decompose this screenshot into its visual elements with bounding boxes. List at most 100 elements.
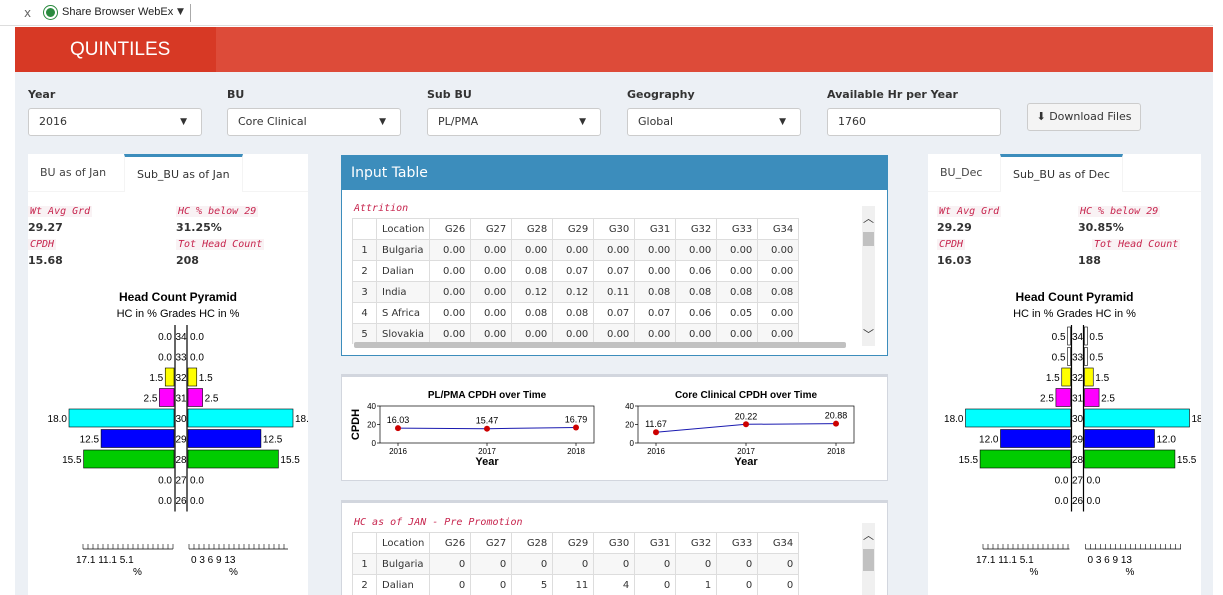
tab-sub-bu-jan[interactable]: Sub_BU as of Jan bbox=[124, 154, 243, 192]
column-header[interactable] bbox=[352, 218, 377, 240]
column-header[interactable]: G29 bbox=[552, 532, 595, 554]
year-label: Year bbox=[28, 88, 56, 101]
tab-sub-bu-dec[interactable]: Sub_BU as of Dec bbox=[1000, 154, 1123, 192]
share-browser-button[interactable]: Share Browser bbox=[62, 6, 135, 18]
pyramid-bar-right bbox=[1084, 408, 1190, 428]
table-row[interactable]: 5 Slovakia 0.00 0.00 0.00 0.00 0.00 0.00 0.00 0.0… bbox=[352, 323, 800, 344]
pyramid-grade-label: 31 bbox=[1072, 394, 1084, 405]
scroll-thumb[interactable] bbox=[863, 232, 874, 246]
close-icon[interactable]: x bbox=[24, 6, 31, 20]
pyramid-title: Head Count Pyramid bbox=[119, 290, 237, 304]
table-cell: 0.05 bbox=[716, 302, 759, 324]
table-cell: 0.07 bbox=[552, 260, 595, 282]
column-header[interactable]: G27 bbox=[470, 532, 513, 554]
column-header[interactable]: G34 bbox=[757, 218, 800, 240]
vertical-scrollbar[interactable]: ︿ ﹀ bbox=[862, 206, 875, 346]
attrition-table-wrap[interactable]: Location G26 G27 G28 G29 G30 G31 G32 G33 G34 1 Bulg… bbox=[352, 218, 840, 344]
column-header[interactable]: G30 bbox=[593, 218, 636, 240]
y-axis-label: CPDH bbox=[350, 409, 362, 440]
table-cell: 5 bbox=[511, 574, 554, 595]
table-row[interactable]: 2 Dalian 0 0 5 11 4 0 1 0 0 bbox=[352, 574, 800, 595]
data-label: 20.88 bbox=[825, 411, 848, 421]
column-header[interactable]: G29 bbox=[552, 218, 595, 240]
sub-bu-select[interactable]: PL/PMA ▼ bbox=[427, 108, 601, 136]
dashboard: QUINTILES Year 2016 ▼ BU Core Clinical ▼ S… bbox=[15, 27, 1213, 595]
scroll-thumb[interactable] bbox=[863, 549, 874, 571]
share-browser-icon[interactable] bbox=[44, 6, 57, 19]
column-header[interactable]: G31 bbox=[634, 532, 677, 554]
chevron-down-icon[interactable]: ▼ bbox=[177, 7, 184, 17]
pyramid-grade-label: 26 bbox=[1072, 496, 1084, 507]
table-cell: 0.00 bbox=[429, 239, 472, 261]
x-tick-label: 2017 bbox=[737, 447, 755, 456]
column-header[interactable]: G26 bbox=[429, 532, 472, 554]
column-header[interactable]: G31 bbox=[634, 218, 677, 240]
left-panel: BU as of Jan Sub_BU as of Jan Wt Avg Grd… bbox=[28, 154, 308, 595]
pyramid-unit-right: % bbox=[229, 567, 238, 578]
column-header[interactable]: G28 bbox=[511, 532, 554, 554]
chevron-down-icon[interactable]: ﹀ bbox=[863, 326, 874, 342]
chart-title: PL/PMA CPDH over Time bbox=[428, 390, 547, 401]
table-row[interactable]: 1 Bulgaria 0.00 0.00 0.00 0.00 0.00 0.00 0.00 0.0… bbox=[352, 239, 800, 261]
pyramid-bar-right bbox=[187, 408, 294, 428]
bu-select[interactable]: Core Clinical ▼ bbox=[227, 108, 401, 136]
vertical-scrollbar[interactable]: ︿ bbox=[862, 523, 875, 595]
pyramid-grade-label: 26 bbox=[175, 496, 187, 507]
pyramid-bar-left bbox=[68, 408, 175, 428]
hc-table-wrap[interactable]: Location G26 G27 G28 G29 G30 G31 G32 G33 G34 1 Bulg… bbox=[352, 532, 840, 595]
column-header[interactable] bbox=[352, 532, 377, 554]
x-axis-label: Year bbox=[475, 456, 499, 468]
pyramid-left-value: 0.5 bbox=[1052, 353, 1066, 364]
column-header[interactable]: G32 bbox=[675, 218, 718, 240]
hours-input[interactable]: 1760 bbox=[827, 108, 1001, 136]
table-cell: 0.00 bbox=[593, 239, 636, 261]
chevron-up-icon[interactable]: ︿ bbox=[863, 527, 874, 543]
column-header[interactable]: G33 bbox=[716, 532, 759, 554]
table-cell: 0.00 bbox=[757, 323, 800, 344]
pyramid-left-value: 15.5 bbox=[959, 455, 979, 466]
pyramid-grade-label: 32 bbox=[1072, 373, 1084, 384]
download-files-button[interactable]: ⬇ Download Files bbox=[1027, 103, 1141, 131]
table-header-row: Location G26 G27 G28 G29 G30 G31 G32 G33 G34 bbox=[352, 532, 800, 554]
column-header[interactable]: Location bbox=[375, 218, 431, 240]
table-cell: Bulgaria bbox=[375, 553, 431, 575]
wt-avg-grd-label: Wt Avg Grd bbox=[28, 206, 93, 217]
year-select[interactable]: 2016 ▼ bbox=[28, 108, 202, 136]
pyramid-bar-right bbox=[1084, 388, 1100, 407]
column-header[interactable]: G30 bbox=[593, 532, 636, 554]
right-tabs: BU_Dec Sub_BU as of Dec bbox=[928, 154, 1201, 192]
table-row[interactable]: 3 India 0.00 0.00 0.12 0.12 0.11 0.08 0.08 0.08 0.… bbox=[352, 281, 800, 303]
horizontal-scrollbar[interactable] bbox=[354, 342, 846, 348]
pyramid-right-value: 1.5 bbox=[1095, 373, 1109, 384]
table-cell: 0.12 bbox=[552, 281, 595, 303]
webex-menu[interactable]: WebEx bbox=[138, 6, 173, 18]
table-row[interactable]: 4S Africa 0.00 0.00 0.08 0.08 0.07 0.07 0.06 0.0… bbox=[352, 302, 800, 324]
pyramid-bar-right bbox=[187, 429, 262, 448]
geography-select[interactable]: Global ▼ bbox=[627, 108, 801, 136]
tab-bu-jan[interactable]: BU as of Jan bbox=[28, 154, 118, 192]
hc-below-label: HC % below 29 bbox=[176, 206, 259, 217]
table-cell: 0.11 bbox=[593, 281, 636, 303]
table-row[interactable]: 2 Dalian 0.00 0.00 0.08 0.07 0.07 0.00 0.06 0.00 0… bbox=[352, 260, 800, 282]
table-row[interactable]: 1 Bulgaria 0 0 0 0 0 0 0 0 0 bbox=[352, 553, 800, 575]
pyramid-left-value: 0.0 bbox=[158, 476, 172, 487]
column-header[interactable]: G28 bbox=[511, 218, 554, 240]
x-tick-label: 2018 bbox=[827, 447, 845, 456]
column-header[interactable]: G27 bbox=[470, 218, 513, 240]
table-cell: 0.07 bbox=[593, 260, 636, 282]
table-cell: 0.00 bbox=[429, 302, 472, 324]
app-logo[interactable]: QUINTILES bbox=[15, 27, 216, 72]
table-cell: 0.00 bbox=[470, 281, 513, 303]
input-table-box: Input Table Attrition Location G26 G27 G28 G… bbox=[341, 155, 888, 356]
column-header[interactable]: G32 bbox=[675, 532, 718, 554]
table-cell: S Africa bbox=[375, 302, 431, 324]
tab-bu-dec[interactable]: BU_Dec bbox=[928, 154, 994, 192]
column-header[interactable]: G33 bbox=[716, 218, 759, 240]
column-header[interactable]: G34 bbox=[757, 532, 800, 554]
chevron-up-icon[interactable]: ︿ bbox=[863, 210, 874, 226]
column-header[interactable]: G26 bbox=[429, 218, 472, 240]
x-tick-label: 2016 bbox=[647, 447, 665, 456]
pyramid-bar-right bbox=[1084, 429, 1155, 448]
pyramid-bar-left bbox=[1061, 367, 1071, 387]
column-header[interactable]: Location bbox=[375, 532, 431, 554]
